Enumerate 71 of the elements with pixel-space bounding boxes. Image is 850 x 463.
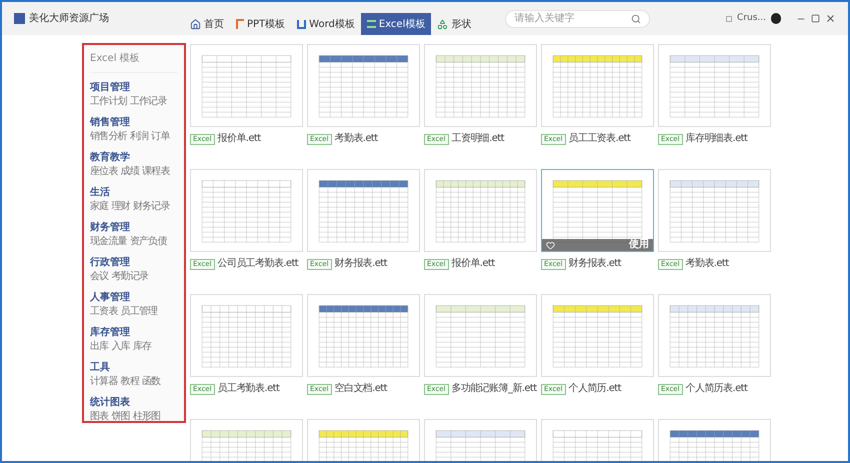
sidebar-title: Excel 模板 [90,51,178,73]
template-name[interactable]: 工资明细.ett [452,134,504,144]
category-link[interactable]: 图表 [90,410,108,423]
template-name[interactable]: 公司员工考勤表.ett [218,259,298,269]
category-link[interactable]: 工资表 [90,305,118,318]
category-title[interactable]: 生活 [90,186,178,199]
category-title[interactable]: 统计图表 [90,396,178,409]
category-link[interactable]: 课程表 [142,165,170,178]
nav-tab[interactable]: Word模板 [291,13,361,35]
template-name[interactable]: 个人简历.ett [568,384,621,394]
template-name[interactable]: 财务报表.ett [334,259,387,269]
search-input[interactable]: 请输入关键字 [514,11,632,26]
category-link[interactable]: 函数 [142,375,160,388]
template-name[interactable]: 个人简历表.ett [686,384,748,394]
category-link[interactable]: 工作记录 [130,95,167,108]
category-link[interactable]: 出库 [90,340,108,353]
category-title[interactable]: 财务管理 [90,221,178,234]
app-logo-icon [14,13,25,24]
category-link[interactable]: 成绩 [120,165,140,178]
category-link[interactable]: 考勤记录 [111,270,148,283]
category-link[interactable]: 现金流量 [90,235,127,248]
category-link[interactable]: 座位表 [90,165,118,178]
template-name[interactable]: 报价单.ett [218,134,261,144]
template-name[interactable]: 员工考勤表.ett [218,384,280,394]
category-link[interactable]: 利润 [130,130,148,143]
nav-tab[interactable]: Excel模板 [360,13,432,35]
category-title[interactable]: 销售管理 [90,116,178,129]
heart-icon[interactable] [546,240,555,250]
category-link[interactable]: 会议 [90,270,108,283]
template-name[interactable]: 空白文档.ett [334,384,387,394]
window-title: 美化大师资源广场 [29,12,109,26]
template-name[interactable]: 考勤表.ett [334,134,378,144]
category-link[interactable]: 库存 [132,340,152,353]
nav-tab[interactable]: 首页 [184,13,230,35]
use-button[interactable]: 使用 [629,240,649,250]
template-name[interactable]: 考勤表.ett [686,259,729,269]
category-link[interactable]: 工作计划 [90,95,127,108]
category-link[interactable]: 家庭 [90,200,108,213]
search-field[interactable]: 请输入关键字 [505,10,650,28]
close-icon[interactable] [825,13,836,24]
category-link[interactable]: 财务记录 [132,200,170,213]
category-link[interactable]: 订单 [151,130,170,143]
template-card[interactable]: 使用 [541,169,654,252]
template-name[interactable]: 库存明细表.ett [686,134,748,144]
category-link[interactable]: 饼图 [111,410,130,423]
category-link[interactable]: 计算器 [90,375,118,388]
category-link[interactable]: 员工管理 [120,305,158,318]
search-icon[interactable] [631,14,642,24]
home-icon [190,18,201,30]
category-title[interactable]: 项目管理 [90,81,178,94]
nav-tab[interactable]: 形状 [431,13,478,35]
category-link[interactable]: 教程 [120,375,140,388]
category-title[interactable]: 库存管理 [90,326,178,339]
user-name[interactable]: Crus... [737,12,766,26]
category-title[interactable]: 人事管理 [90,291,178,304]
template-name[interactable]: 财务报表.ett [568,259,621,269]
category-title[interactable]: 工具 [90,361,178,374]
category-link[interactable]: 销售分析 [90,130,127,143]
category-link[interactable]: 入库 [111,340,130,353]
shapes-icon [437,18,448,30]
nav-tab[interactable]: PPT模板 [230,13,292,35]
template-name[interactable]: 员工工资表.ett [568,134,630,144]
category-title[interactable]: 行政管理 [90,256,178,269]
category-title[interactable]: 教育教学 [90,151,178,164]
template-name[interactable]: 多功能记账簿_新.ett [452,384,537,394]
category-link[interactable]: 柱形图 [132,410,160,423]
maximize-icon[interactable] [811,14,820,23]
category-link[interactable]: 理财 [111,200,130,213]
category-link[interactable]: 资产负债 [130,235,167,248]
template-name[interactable]: 报价单.ett [452,259,495,269]
avatar[interactable] [771,13,781,24]
